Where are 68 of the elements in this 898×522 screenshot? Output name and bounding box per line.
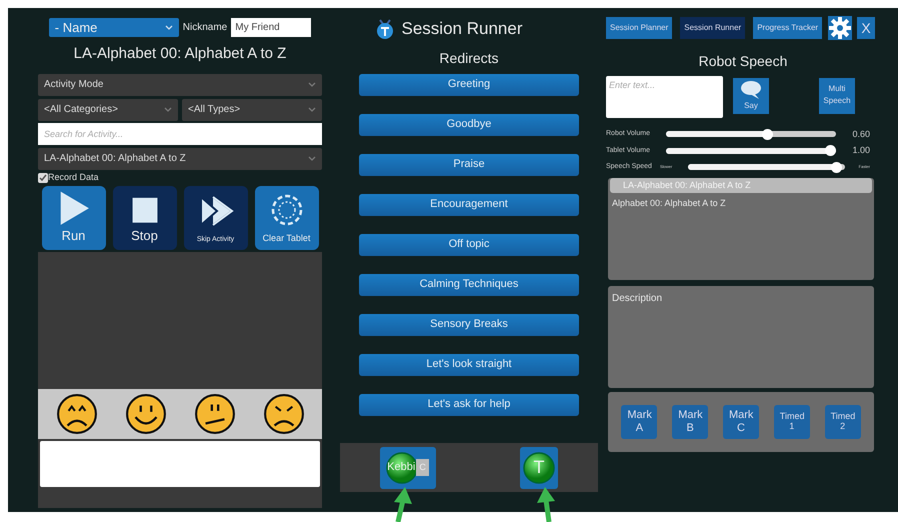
- section-heading: Redirects: [439, 48, 499, 68]
- caret-icon: [164, 25, 173, 30]
- status-light-icon: [386, 452, 418, 484]
- multi-speech-button[interactable]: Multi Speech: [819, 78, 855, 114]
- type-select[interactable]: <All Types>: [182, 98, 322, 120]
- redirect-button[interactable]: Let's look straight: [359, 354, 579, 376]
- activity-select[interactable]: LA-Alphabet 00: Alphabet A to Z: [38, 148, 322, 170]
- speech-bubble-icon: [740, 80, 762, 100]
- slider-thumb[interactable]: [825, 145, 836, 156]
- caret-icon: [308, 107, 316, 112]
- redirect-button[interactable]: Off topic: [359, 234, 579, 256]
- neutral-face-icon[interactable]: [194, 392, 236, 434]
- settings-icon[interactable]: [828, 16, 852, 40]
- clear-tablet-button[interactable]: Clear Tablet: [254, 186, 318, 250]
- status-light-icon: [523, 452, 555, 484]
- slider[interactable]: [666, 128, 836, 140]
- slider-thumb[interactable]: [830, 162, 842, 173]
- slider[interactable]: [688, 162, 845, 173]
- nav-tab[interactable]: Progress Tracker: [753, 17, 822, 39]
- redirect-button[interactable]: Praise: [359, 154, 579, 176]
- mark-button[interactable]: Mark A: [621, 404, 658, 438]
- slider[interactable]: [666, 145, 836, 156]
- redirect-button[interactable]: Encouragement: [359, 194, 579, 216]
- caret-icon: [164, 107, 172, 112]
- tablet-label: T: [534, 456, 544, 479]
- slider-thumb[interactable]: [762, 128, 773, 140]
- redirect-button[interactable]: Calming Techniques: [359, 274, 579, 296]
- arrow: [394, 487, 412, 522]
- arrow: [537, 487, 555, 522]
- speech-field[interactable]: Enter text...: [606, 76, 723, 118]
- happy-face-icon[interactable]: [124, 392, 166, 434]
- nickname-field[interactable]: My Friend: [231, 18, 312, 37]
- stop-button[interactable]: Stop: [112, 186, 176, 250]
- nav-tab[interactable]: Session Planner: [606, 17, 672, 39]
- mark-button[interactable]: Timed 1: [774, 404, 810, 438]
- description-label: Description: [611, 292, 664, 306]
- redirect-button[interactable]: Goodbye: [359, 114, 579, 136]
- mark-button[interactable]: Mark C: [722, 404, 759, 438]
- activity-text: Alphabet 00: Alphabet A to Z: [611, 197, 727, 210]
- angry-face-icon[interactable]: [262, 392, 304, 434]
- run-button[interactable]: Run: [42, 186, 106, 250]
- notes-field[interactable]: [40, 440, 320, 486]
- app-title: Session Runner: [402, 18, 522, 40]
- activity-mode-select[interactable]: Activity Mode: [38, 74, 322, 96]
- slider-value: 0.60: [852, 128, 870, 140]
- name-select[interactable]: - Name: [48, 18, 179, 37]
- search-field[interactable]: Search for Activity...: [38, 122, 322, 144]
- worried-face-icon[interactable]: [56, 392, 98, 434]
- checkbox[interactable]: [38, 172, 48, 182]
- section-heading: Robot Speech: [698, 52, 788, 71]
- caret-icon: [308, 82, 316, 87]
- slider-value: 1.00: [852, 144, 870, 157]
- activity-title: LA-Alphabet 00: Alphabet A to Z: [72, 44, 288, 64]
- category-select[interactable]: <All Categories>: [38, 98, 178, 120]
- say-button[interactable]: Say: [733, 78, 769, 114]
- redirect-button[interactable]: Sensory Breaks: [359, 314, 579, 336]
- nickname-label: Nickname: [182, 21, 228, 35]
- robot-name: Kebbi: [387, 460, 416, 476]
- dotted-circle-icon: [270, 194, 302, 226]
- redirect-button[interactable]: Greeting: [359, 74, 579, 96]
- nav-tab[interactable]: Session Runner: [680, 17, 746, 39]
- record-data-label: Record Data: [48, 170, 99, 184]
- mark-button[interactable]: Mark B: [672, 404, 708, 438]
- robot-logo-icon: [376, 18, 394, 39]
- close-button[interactable]: X: [857, 17, 876, 39]
- redirect-button[interactable]: Let's ask for help: [359, 394, 579, 416]
- caret-icon: [308, 156, 316, 161]
- mark-button[interactable]: Timed 2: [824, 404, 861, 438]
